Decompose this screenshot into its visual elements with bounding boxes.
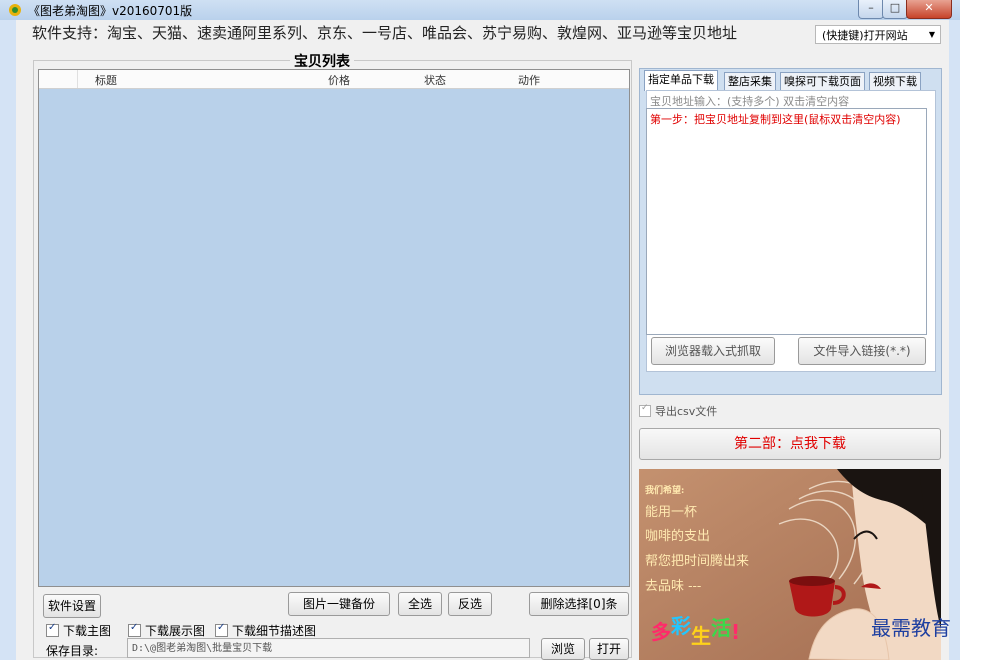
ad-slogan-char: 多: [651, 620, 671, 644]
export-csv-checkbox[interactable]: 导出csv文件: [639, 403, 717, 419]
checkbox-checked-icon: [215, 622, 228, 637]
select-all-button[interactable]: 全选: [398, 592, 442, 616]
delete-selected-button[interactable]: 删除选择[0]条: [529, 592, 629, 616]
maximize-icon: □: [889, 1, 901, 14]
ad-line: 帮您把时间腾出来: [645, 554, 750, 569]
checkbox-checked-icon: [128, 622, 141, 637]
tab-video-download[interactable]: 视频下载: [869, 72, 921, 90]
browse-button[interactable]: 浏览: [541, 638, 585, 660]
shortcut-select-value: (快捷键)打开网站: [822, 29, 908, 42]
product-list[interactable]: 标题 价格 状态 动作: [38, 69, 630, 587]
ad-line: 咖啡的支出: [645, 529, 711, 544]
image-backup-button[interactable]: 图片一键备份: [288, 592, 390, 616]
settings-button[interactable]: 软件设置: [43, 594, 101, 618]
close-icon: ✕: [924, 1, 934, 14]
download-display-image-checkbox[interactable]: 下载展示图: [128, 622, 205, 639]
ad-slogan-char: 生: [691, 624, 711, 648]
ad-header: 我们希望:: [645, 486, 685, 496]
download-detail-image-checkbox[interactable]: 下载细节描述图: [215, 622, 316, 639]
download-main-image-checkbox[interactable]: 下载主图: [46, 622, 111, 639]
window-title: 《图老弟淘图》v20160701版: [28, 4, 193, 18]
ad-slogan-char: !: [731, 620, 741, 644]
url-input-textarea[interactable]: [646, 108, 927, 335]
app-icon: [9, 4, 21, 16]
checkbox-checked-icon: [639, 403, 651, 417]
maximize-button[interactable]: □: [882, 0, 908, 19]
list-header: 标题 价格 状态 动作: [39, 70, 629, 89]
save-dir-input[interactable]: D:\@图老弟淘图\批量宝贝下载: [127, 638, 530, 658]
tab-single-item[interactable]: 指定单品下载: [644, 70, 718, 91]
column-separator: [77, 70, 78, 88]
checkbox-label: 下载主图: [63, 624, 112, 638]
checkbox-label: 下载展示图: [145, 624, 206, 638]
ad-line: 去品味 ---: [645, 579, 702, 594]
tab-sniff-pages[interactable]: 嗅探可下载页面: [780, 72, 865, 90]
download-button[interactable]: 第二部：点我下载: [639, 428, 941, 460]
save-dir-label: 保存目录:: [46, 644, 99, 658]
watermark-text: 最需教育: [871, 616, 951, 640]
ad-slogan: 多彩生活!: [651, 614, 741, 648]
invert-selection-button[interactable]: 反选: [448, 592, 492, 616]
open-button[interactable]: 打开: [589, 638, 629, 660]
ad-slogan-char: 活: [711, 616, 731, 640]
support-info: 软件支持：淘宝、天猫、速卖通阿里系列、京东、一号店、唯品会、苏宁易购、敦煌网、亚…: [32, 24, 738, 42]
file-import-button[interactable]: 文件导入链接(*.*): [798, 337, 926, 365]
chevron-down-icon: ▼: [928, 30, 935, 39]
column-header-action[interactable]: 动作: [518, 72, 540, 88]
ad-slogan-char: 彩: [671, 614, 691, 638]
checkbox-checked-icon: [46, 622, 59, 637]
close-button[interactable]: ✕: [906, 0, 952, 19]
title-bar: 《图老弟淘图》v20160701版: [0, 0, 960, 20]
minimize-button[interactable]: –: [858, 0, 884, 19]
export-csv-label: 导出csv文件: [655, 405, 718, 418]
tab-shop-collect[interactable]: 整店采集: [724, 72, 776, 90]
minimize-icon: –: [868, 1, 874, 14]
column-header-price[interactable]: 价格: [328, 72, 350, 88]
checkbox-label: 下载细节描述图: [232, 624, 317, 638]
column-header-status[interactable]: 状态: [424, 72, 446, 88]
browser-load-button[interactable]: 浏览器载入式抓取: [651, 337, 775, 365]
column-header-title[interactable]: 标题: [95, 72, 117, 88]
url-input-placeholder: 第一步：把宝贝地址复制到这里(鼠标双击清空内容): [650, 113, 901, 126]
product-list-title: 宝贝列表: [290, 51, 354, 71]
shortcut-site-select[interactable]: (快捷键)打开网站 ▼: [815, 25, 941, 44]
url-input-hint: 宝贝地址输入：(支持多个) 双击清空内容: [650, 95, 850, 108]
ad-line: 能用一杯: [645, 505, 698, 520]
